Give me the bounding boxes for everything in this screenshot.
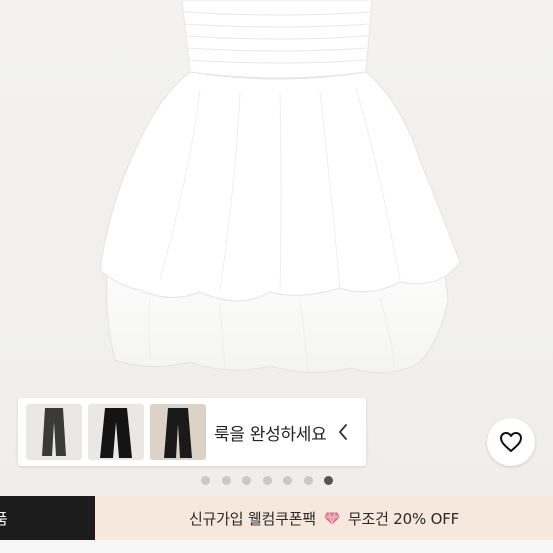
look-thumbnail[interactable] xyxy=(150,404,206,460)
bottom-tab-label[interactable]: 품 xyxy=(0,496,95,540)
wishlist-button[interactable] xyxy=(487,418,535,466)
look-thumbnail[interactable] xyxy=(88,404,144,460)
complete-look-carousel[interactable]: 룩을 완성하세요 xyxy=(18,398,366,466)
pagination-dot[interactable] xyxy=(262,476,272,485)
bottom-tab-text: 품 xyxy=(0,509,8,528)
image-pagination xyxy=(0,476,553,488)
pagination-dot-active[interactable] xyxy=(324,476,333,485)
look-label: 룩을 완성하세요 xyxy=(214,424,327,445)
pagination-dot[interactable] xyxy=(283,476,292,485)
promo-text-1: 신규가입 웰컴쿠폰팩 xyxy=(188,509,316,528)
chevron-left-icon[interactable] xyxy=(334,421,352,443)
pagination-dot[interactable] xyxy=(221,476,231,485)
wide-leg-pants-beige-image xyxy=(42,408,66,456)
pagination-dot[interactable] xyxy=(201,476,210,485)
product-detail-screen: 룩을 완성하세요 품 신규가입 웰컴쿠폰팩 무조건 20% OFF xyxy=(0,0,553,553)
wide-leg-pants-black-image xyxy=(100,408,132,458)
pagination-dot[interactable] xyxy=(242,476,251,485)
promo-text-2: 무조건 20% OFF xyxy=(347,509,460,528)
heart-outline-icon xyxy=(500,432,522,452)
wide-leg-pants-black-2-image xyxy=(150,404,206,460)
promo-banner[interactable]: 신규가입 웰컴쿠폰팩 무조건 20% OFF xyxy=(95,496,553,540)
bottom-spacer xyxy=(0,540,553,553)
look-thumbnail[interactable] xyxy=(26,404,82,460)
bottom-bar: 품 신규가입 웰컴쿠폰팩 무조건 20% OFF xyxy=(0,496,553,540)
pagination-dot[interactable] xyxy=(303,476,313,485)
heart-gem-icon xyxy=(323,511,341,526)
